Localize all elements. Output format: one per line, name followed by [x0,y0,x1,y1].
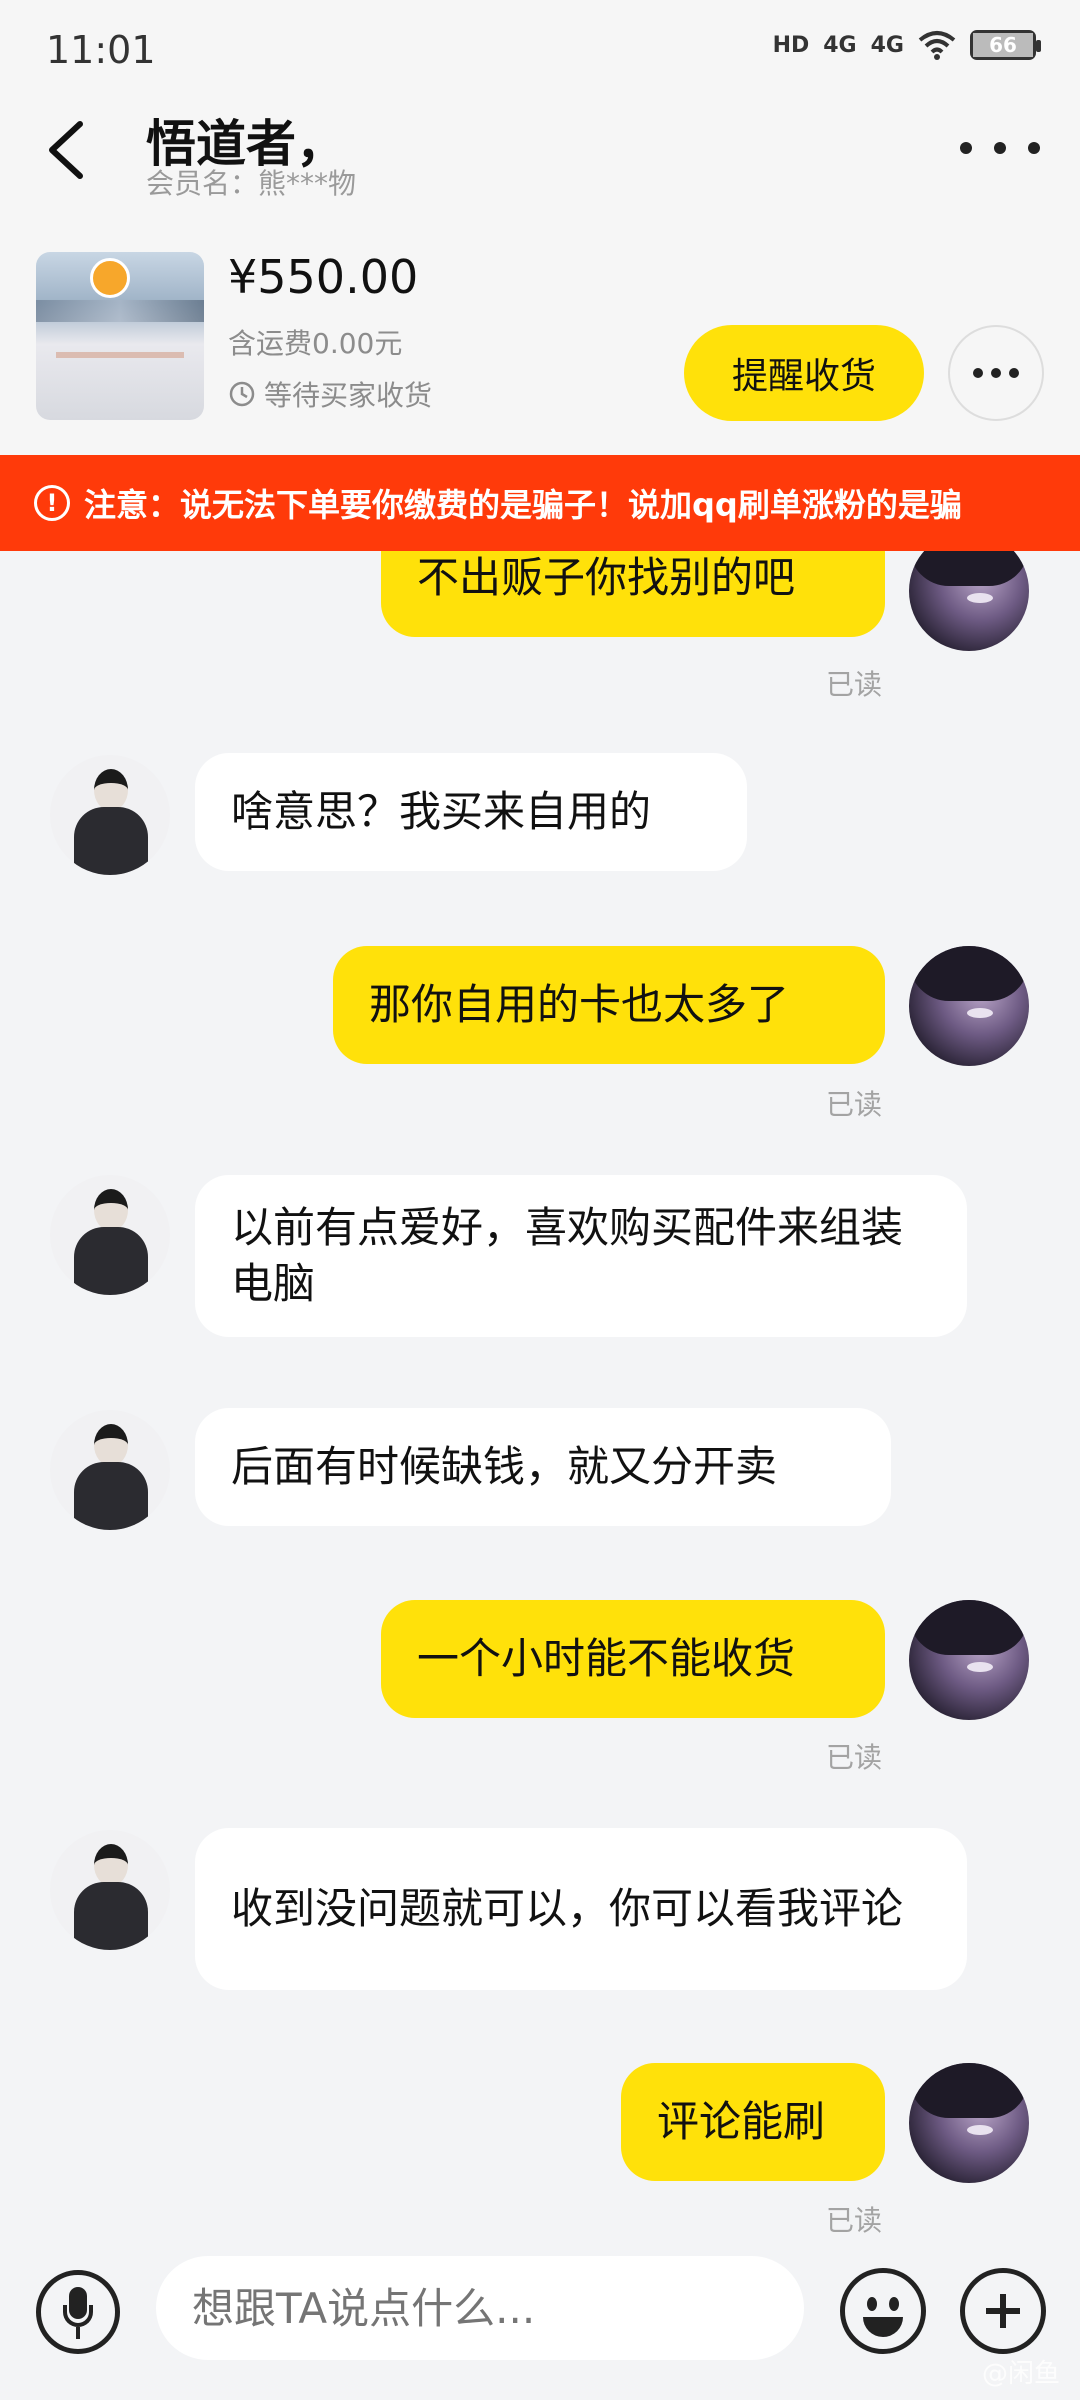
message-bubble-me[interactable]: 评论能刷 [621,2063,885,2181]
dot-icon [960,142,972,154]
more-options-button[interactable] [960,128,1040,168]
avatar-head [94,1189,128,1231]
message-bubble-me[interactable]: 一个小时能不能收货 [381,1600,885,1718]
battery-level: 66 [973,33,1033,57]
back-arrow-icon[interactable] [40,118,100,182]
avatar-body [74,1462,148,1530]
message-bubble-me[interactable]: 那你自用的卡也太多了 [333,946,885,1064]
alert-icon: ! [34,485,70,521]
dot-icon [1009,368,1019,378]
read-receipt: 已读 [826,668,883,701]
status-icons: HD 4G 4G 66 [772,30,1041,60]
order-status: 等待买家收货 [228,374,432,414]
microphone-stand [63,2305,93,2327]
message-bubble-them[interactable]: 啥意思？我买来自用的 [195,753,747,871]
avatar-body [74,1882,148,1950]
avatar-eye [967,593,993,603]
input-bar: @闲鱼 [0,2240,1080,2400]
dot-icon [1028,142,1040,154]
thumb-line [56,352,184,358]
product-more-button[interactable] [948,325,1044,421]
wifi-icon [918,31,956,60]
contact-avatar[interactable] [50,1830,170,1950]
dot-icon [994,142,1006,154]
member-name: 会员名：熊***物 [146,167,357,200]
product-price: ¥550.00 [228,250,419,304]
avatar-head [94,1844,128,1886]
message-bubble-them[interactable]: 后面有时候缺钱，就又分开卖 [195,1408,891,1526]
status-time: 11:01 [46,28,156,72]
avatar-hair [909,1600,1029,1655]
status-bar: 11:01 HD 4G 4G 66 [0,0,1080,90]
dot-icon [973,368,983,378]
microphone-foot [76,2327,80,2339]
avatar-eye [967,1662,993,1672]
emoji-button[interactable] [840,2268,926,2354]
contact-avatar[interactable] [50,755,170,875]
watermark: @闲鱼 [981,2359,1060,2389]
my-avatar[interactable] [909,1600,1029,1720]
emoji-eye-icon [889,2297,899,2311]
signal-4g-icon-2: 4G [870,32,904,58]
battery-icon: 66 [970,30,1041,60]
remind-receipt-button[interactable]: 提醒收货 [684,325,924,421]
emoji-eye-icon [867,2297,877,2311]
avatar-head [94,1424,128,1466]
avatar-eye [967,2125,993,2135]
product-card: ¥550.00 含运费0.00元 等待买家收货 提醒收货 [0,210,1080,455]
voice-input-button[interactable] [36,2270,120,2354]
chat-area[interactable]: 不出贩子你找别的吧 已读 啥意思？我买来自用的 那你自用的卡也太多了 已读 以前… [0,551,1080,2240]
read-receipt: 已读 [826,1741,883,1774]
avatar-head [94,769,128,811]
add-attachment-button[interactable] [960,2268,1046,2354]
thumb-logo [90,258,130,298]
message-bubble-them[interactable]: 以前有点爱好，喜欢购买配件来组装电脑 [195,1175,967,1337]
dot-icon [991,368,1001,378]
avatar-body [74,1227,148,1295]
chat-header: 悟道者， 会员名：熊***物 [0,90,1080,210]
message-bubble-me[interactable]: 不出贩子你找别的吧 [381,551,885,637]
avatar-hair [909,551,1029,586]
avatar-hair [909,2063,1029,2118]
my-avatar[interactable] [909,2063,1029,2183]
my-avatar[interactable] [909,551,1029,651]
avatar-eye [967,1008,993,1018]
signal-4g-icon: 4G [823,32,857,58]
read-receipt: 已读 [826,1088,883,1121]
hd-indicator: HD [772,32,810,58]
avatar-body [74,807,148,875]
contact-avatar[interactable] [50,1410,170,1530]
read-receipt: 已读 [826,2204,883,2237]
shipping-fee: 含运费0.00元 [228,327,403,360]
message-input[interactable] [156,2256,804,2360]
warning-banner[interactable]: ! 注意：说无法下单要你缴费的是骗子！说加qq刷单涨粉的是骗 [0,455,1080,551]
my-avatar[interactable] [909,946,1029,1066]
product-thumbnail[interactable] [36,252,204,420]
contact-avatar[interactable] [50,1175,170,1295]
order-status-text: 等待买家收货 [264,379,433,412]
thumb-band [36,300,204,322]
avatar-hair [909,946,1029,1001]
message-bubble-them[interactable]: 收到没问题就可以，你可以看我评论 [195,1828,967,1990]
clock-icon [229,381,255,407]
warning-text: 注意：说无法下单要你缴费的是骗子！说加qq刷单涨粉的是骗 [84,486,962,524]
emoji-mouth-icon [863,2317,903,2337]
